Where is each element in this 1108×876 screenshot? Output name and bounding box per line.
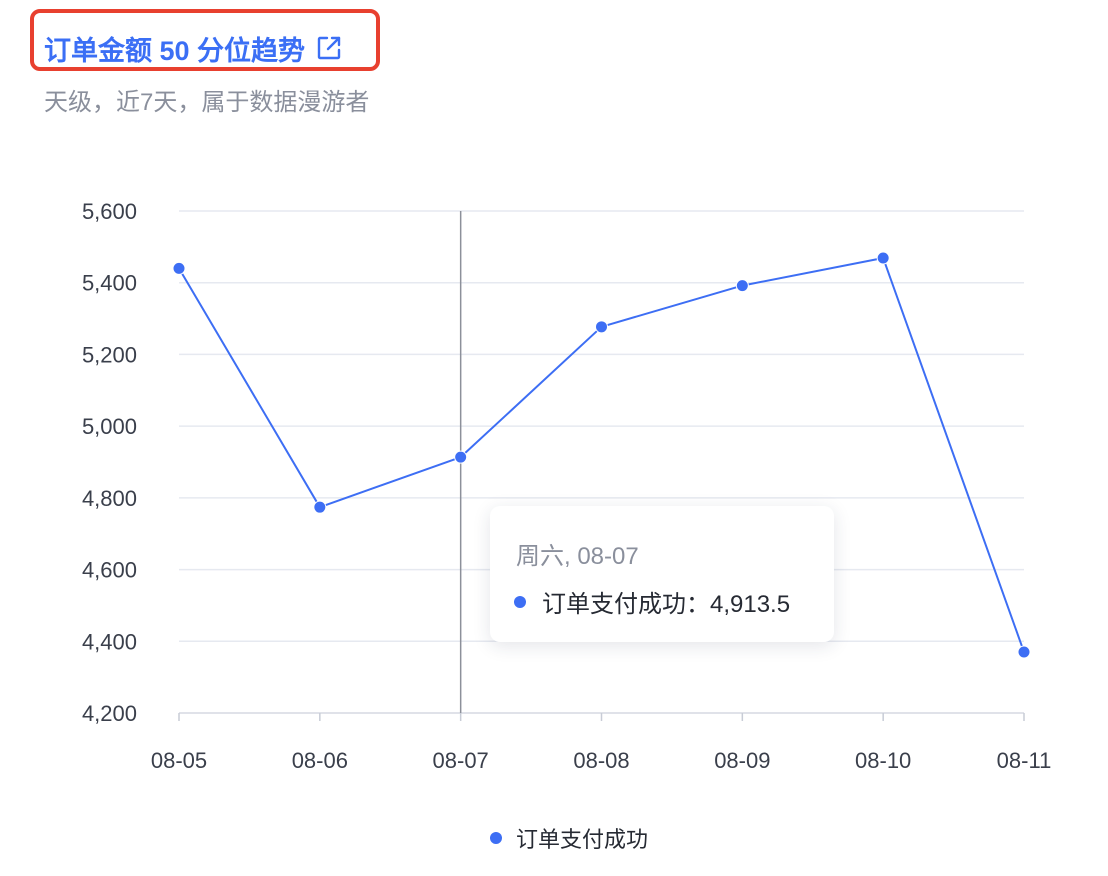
x-tick-label: 08-10 [855, 748, 911, 773]
data-point[interactable] [1017, 645, 1031, 659]
chart-tooltip: 周六, 08-07 订单支付成功：4,913.5 [490, 506, 834, 642]
tooltip-row: 订单支付成功：4,913.5 [514, 584, 790, 619]
x-tick-label: 08-07 [433, 748, 489, 773]
data-point[interactable] [454, 450, 468, 464]
x-tick-label: 08-11 [997, 748, 1052, 773]
data-point[interactable] [876, 251, 890, 265]
y-tick-label: 4,400 [82, 629, 137, 654]
data-point[interactable] [735, 279, 749, 293]
tooltip-value: 4,913.5 [710, 591, 791, 618]
legend-marker [489, 832, 502, 844]
legend-item-series[interactable]: 订单支付成功 [489, 822, 648, 854]
tooltip-text: 订单支付成功：4,913.5 [542, 584, 790, 619]
data-point[interactable] [313, 500, 327, 514]
legend-label: 订单支付成功 [515, 827, 648, 852]
chart-legend: 订单支付成功 [0, 822, 1108, 854]
x-tick-label: 08-09 [714, 748, 770, 773]
x-tick-label: 08-06 [292, 748, 348, 773]
x-tick-label: 08-08 [573, 748, 629, 773]
tooltip-separator: ： [686, 591, 710, 618]
data-point[interactable] [172, 261, 186, 275]
y-tick-label: 5,600 [82, 199, 137, 224]
chart-card: 订单金额 50 分位趋势 天级，近7天，属于数据漫游者 4,200 4,400 4,… [0, 0, 1108, 876]
y-tick-label: 5,200 [82, 342, 137, 367]
tooltip-date: 周六, 08-07 [516, 543, 639, 570]
x-tick-label: 08-05 [151, 748, 207, 773]
y-tick-label: 5,000 [82, 414, 137, 439]
y-tick-label: 5,400 [82, 271, 137, 296]
data-point[interactable] [595, 320, 608, 334]
tooltip-series-label: 订单支付成功 [542, 591, 686, 618]
y-tick-label: 4,600 [82, 558, 137, 583]
tooltip-series-marker [514, 595, 526, 608]
y-tick-label: 4,200 [82, 701, 137, 726]
y-tick-label: 4,800 [82, 486, 137, 511]
line-chart[interactable]: 4,200 4,400 4,600 4,800 5,000 5,200 5,400 5,600… [0, 0, 1108, 876]
